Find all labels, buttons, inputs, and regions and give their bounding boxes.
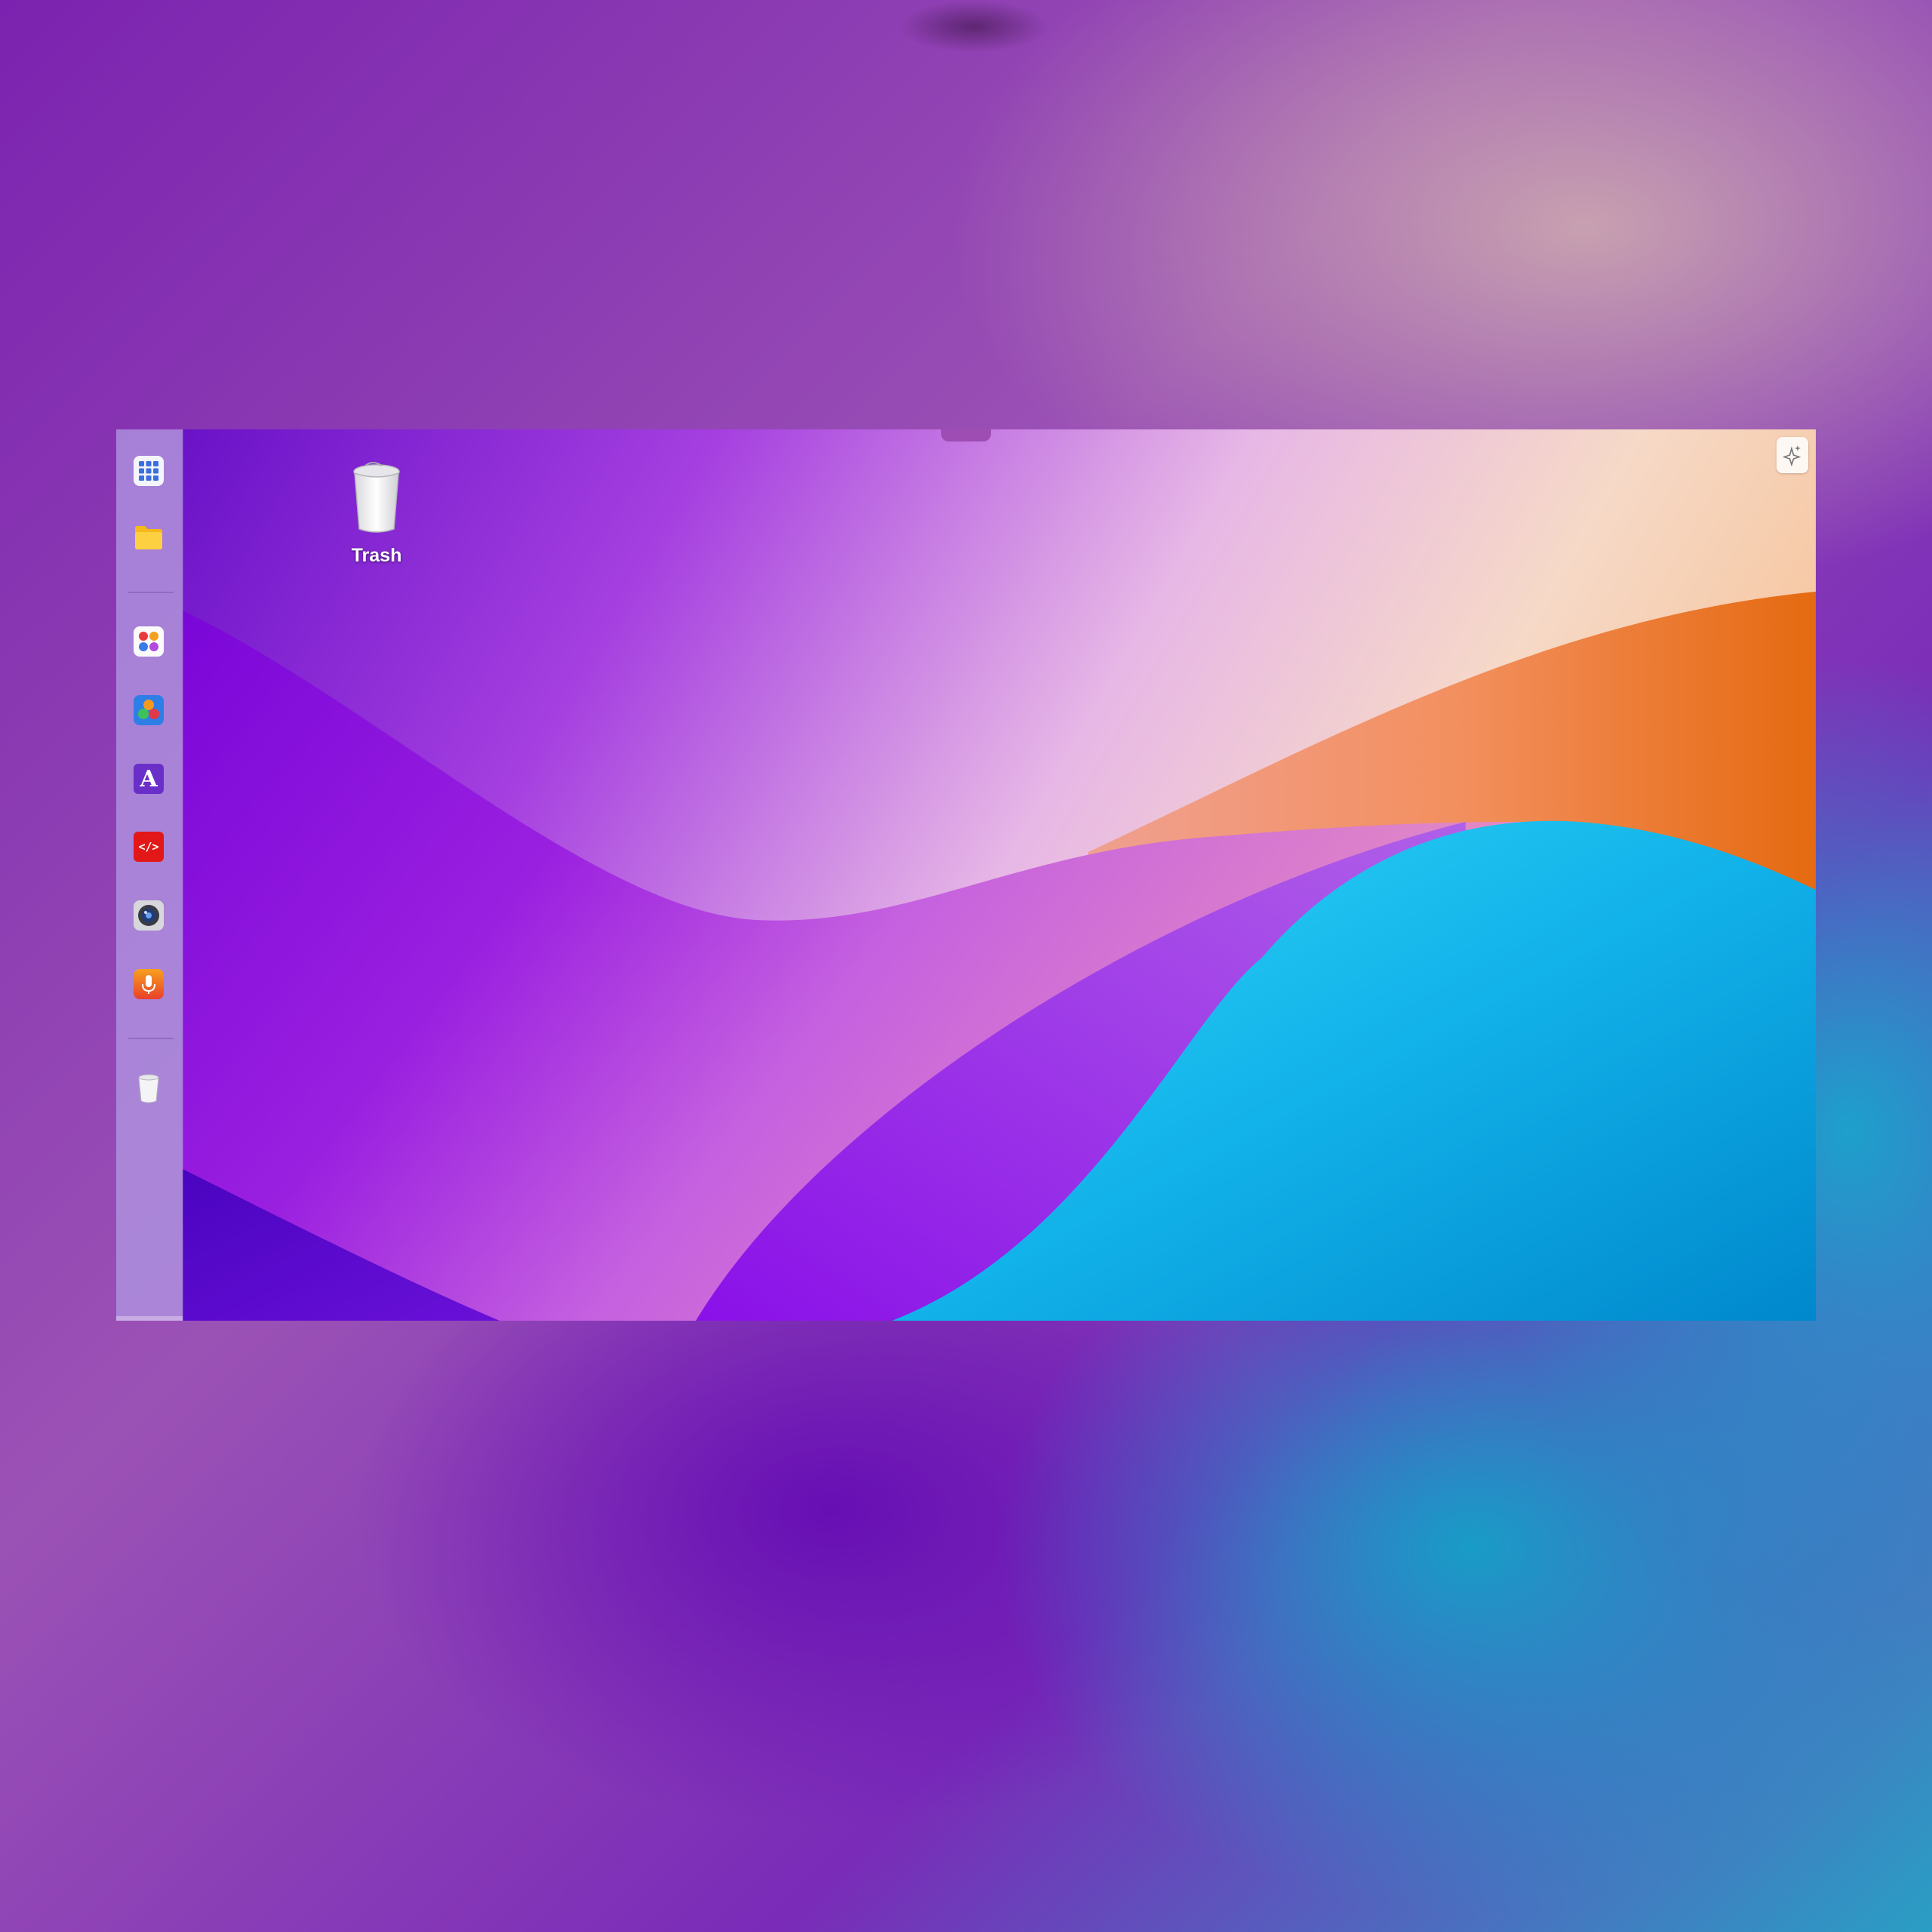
- camera-lens-icon: [134, 900, 164, 931]
- desktop-icon-label: Trash: [351, 545, 402, 566]
- folder-icon: [135, 526, 162, 549]
- top-shadow: [898, 0, 1049, 53]
- apps-icon: [134, 626, 164, 657]
- dock-item-font-app[interactable]: A: [131, 761, 166, 796]
- corner-sparkle-button[interactable]: [1777, 437, 1808, 473]
- desktop-screen: Trash A </>: [116, 429, 1816, 1321]
- dock: A </>: [116, 429, 183, 1321]
- dock-item-camera[interactable]: [131, 898, 166, 933]
- color-balls-icon: [134, 695, 164, 725]
- dock-item-trash[interactable]: [131, 1071, 166, 1106]
- dock-bottom-edge: [116, 1316, 183, 1321]
- top-notch-handle[interactable]: [941, 429, 991, 441]
- wallpaper-waves: [183, 592, 1816, 1321]
- sparkle-icon: [1783, 445, 1801, 466]
- wallpaper: [183, 429, 1816, 1321]
- grid-icon: [134, 456, 164, 486]
- dock-item-voice-recorder[interactable]: [131, 967, 166, 1001]
- dock-item-code-editor[interactable]: </>: [131, 829, 166, 864]
- dock-item-launchpad[interactable]: [131, 454, 166, 488]
- code-icon: </>: [134, 832, 164, 862]
- trash-icon: [138, 1074, 159, 1103]
- font-a-icon: A: [134, 764, 164, 794]
- dock-item-files[interactable]: [131, 520, 166, 555]
- dock-separator: [128, 592, 174, 593]
- dock-item-app-2[interactable]: [131, 693, 166, 728]
- trash-icon: [353, 462, 400, 533]
- microphone-icon: [134, 969, 164, 999]
- dock-separator: [128, 1038, 174, 1039]
- desktop-icon-trash[interactable]: Trash: [328, 461, 426, 567]
- dock-item-app-1[interactable]: [131, 624, 166, 659]
